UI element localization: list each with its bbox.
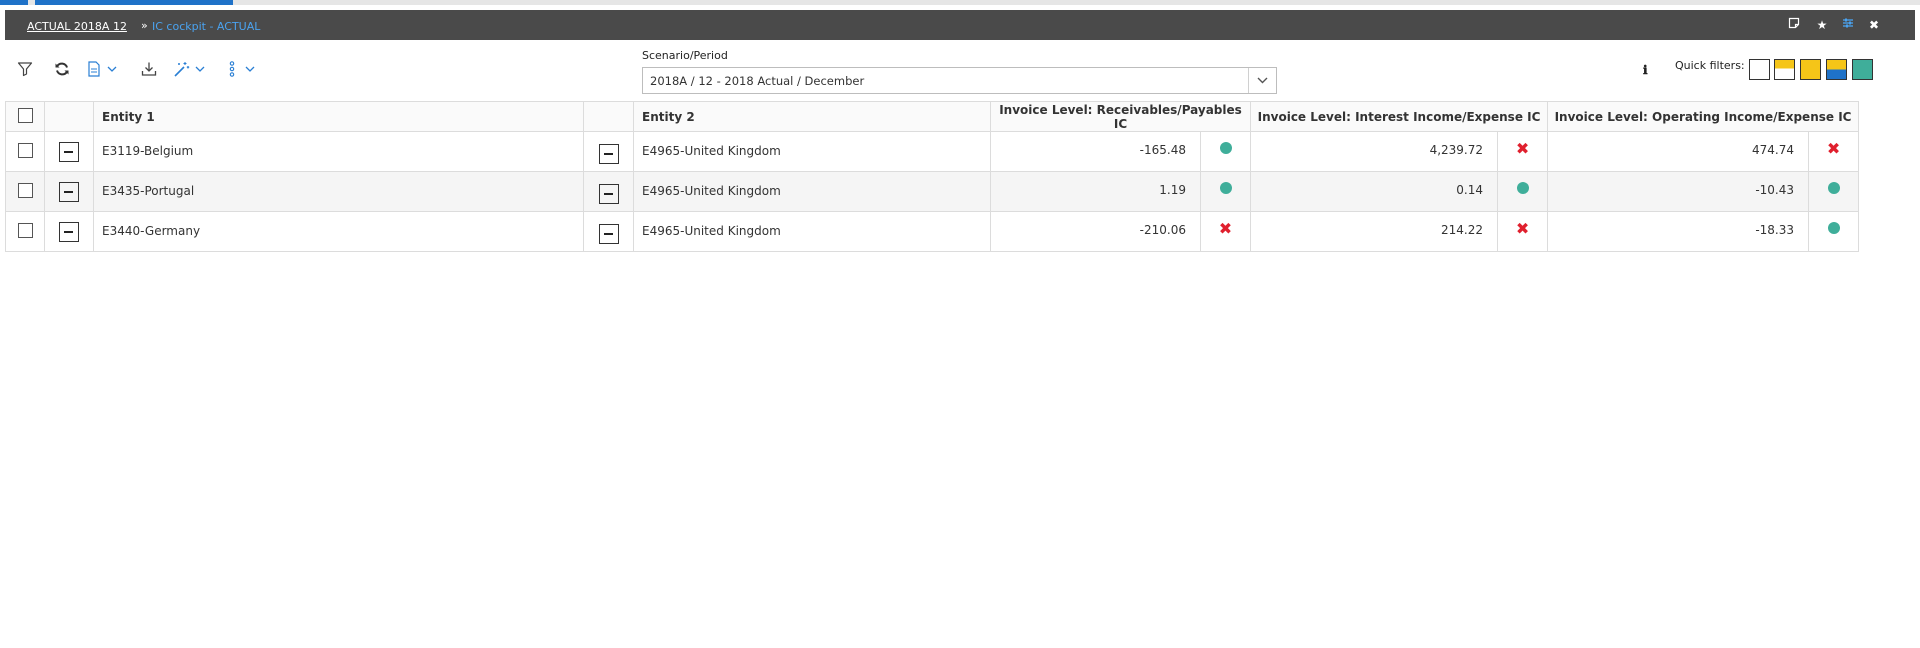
note-icon[interactable] <box>1785 16 1803 34</box>
receivables-value[interactable]: -210.06 <box>990 211 1201 252</box>
star-icon[interactable]: ★ <box>1813 16 1831 34</box>
info-icon[interactable]: ℹ <box>1643 63 1648 77</box>
row-checkbox[interactable] <box>17 183 33 198</box>
download-icon[interactable] <box>141 58 157 80</box>
top-tab-strip <box>0 0 1920 5</box>
more-options-dropdown-button[interactable] <box>229 58 255 80</box>
chevron-down-icon[interactable] <box>1248 68 1276 93</box>
entity2-expand-cell <box>583 171 634 212</box>
document-dropdown-button[interactable] <box>87 58 117 80</box>
operating-value[interactable]: 474.74 <box>1547 131 1810 172</box>
receivables-status-cell[interactable] <box>1199 131 1252 172</box>
scenario-period-label: Scenario/Period <box>642 49 728 62</box>
breadcrumb-root-link[interactable]: ACTUAL 2018A 12 <box>27 20 127 33</box>
ic-data-grid: Entity 1 Entity 2 Invoice Level: Receiva… <box>5 101 1860 252</box>
receivables-value[interactable]: -165.48 <box>990 131 1201 172</box>
collapse-button[interactable] <box>59 142 79 162</box>
collapse-button[interactable] <box>598 144 619 164</box>
row-select-cell <box>5 171 45 212</box>
entity1-expand-cell <box>44 131 94 172</box>
row-select-cell <box>5 211 45 252</box>
interest-status-cell[interactable]: ✖ <box>1497 211 1549 252</box>
entity2-expand-cell <box>583 131 634 172</box>
chevron-down-icon <box>245 66 255 72</box>
status-ok-icon <box>1827 182 1840 194</box>
status-ok-icon <box>1827 222 1840 234</box>
status-error-icon: ✖ <box>1515 139 1530 158</box>
select-all-checkbox[interactable] <box>17 107 33 123</box>
chevron-down-icon <box>107 66 117 72</box>
refresh-icon[interactable] <box>54 58 70 80</box>
operating-value[interactable]: -10.43 <box>1547 171 1810 212</box>
header-operating[interactable]: Invoice Level: Operating Income/Expense … <box>1547 101 1860 132</box>
quick-filter-white-yellow[interactable] <box>1774 59 1795 80</box>
magic-wand-icon <box>173 61 190 78</box>
collapse-button[interactable] <box>59 222 79 242</box>
status-ok-icon <box>1219 142 1232 154</box>
table-header-row: Entity 1 Entity 2 Invoice Level: Receiva… <box>5 101 1860 132</box>
entity1-cell[interactable]: E3435-Portugal <box>93 171 584 212</box>
status-ok-icon <box>1219 182 1232 194</box>
collapse-button[interactable] <box>598 184 619 204</box>
entity2-cell[interactable]: E4965-United Kingdom <box>633 131 991 172</box>
entity2-cell[interactable]: E4965-United Kingdom <box>633 171 991 212</box>
document-icon <box>87 61 101 77</box>
more-vertical-icon <box>229 61 235 77</box>
interest-value[interactable]: 214.22 <box>1250 211 1499 252</box>
status-error-icon: ✖ <box>1826 139 1841 158</box>
breadcrumb-current[interactable]: IC cockpit - ACTUAL <box>152 20 260 33</box>
header-entity1[interactable]: Entity 1 <box>93 101 584 132</box>
entity1-expand-cell <box>44 171 94 212</box>
header-entity2[interactable]: Entity 2 <box>633 101 991 132</box>
scenario-period-select[interactable]: 2018A / 12 - 2018 Actual / December <box>642 67 1277 94</box>
operating-status-cell[interactable] <box>1808 171 1860 212</box>
header-expand-spacer <box>44 101 94 132</box>
interest-status-cell[interactable]: ✖ <box>1497 131 1549 172</box>
entity1-expand-cell <box>44 211 94 252</box>
entity1-cell[interactable]: E3119-Belgium <box>93 131 584 172</box>
filter-icon[interactable] <box>17 58 33 80</box>
row-select-cell <box>5 131 45 172</box>
collapse-button[interactable] <box>59 182 79 202</box>
quick-filter-all-white[interactable] <box>1749 59 1770 80</box>
active-tab-indicator[interactable] <box>35 0 233 5</box>
quick-filters-label: Quick filters: <box>1675 59 1745 72</box>
entity2-expand-cell <box>583 211 634 252</box>
magic-wand-dropdown-button[interactable] <box>173 58 205 80</box>
scenario-period-value: 2018A / 12 - 2018 Actual / December <box>650 74 865 88</box>
row-checkbox[interactable] <box>17 223 33 238</box>
header-expand-spacer <box>583 101 634 132</box>
settings-sliders-icon[interactable] <box>1839 16 1857 34</box>
receivables-value[interactable]: 1.19 <box>990 171 1201 212</box>
status-ok-icon <box>1516 182 1529 194</box>
row-checkbox[interactable] <box>17 143 33 158</box>
receivables-status-cell[interactable]: ✖ <box>1199 211 1252 252</box>
status-error-icon: ✖ <box>1515 219 1530 238</box>
close-icon[interactable]: ✖ <box>1865 16 1883 34</box>
quick-filter-yellow[interactable] <box>1800 59 1821 80</box>
collapse-button[interactable] <box>598 224 619 244</box>
select-all-cell <box>5 101 45 132</box>
interest-status-cell[interactable] <box>1497 171 1549 212</box>
quick-filter-teal[interactable] <box>1852 59 1873 80</box>
receivables-status-cell[interactable] <box>1199 171 1252 212</box>
interest-value[interactable]: 4,239.72 <box>1250 131 1499 172</box>
interest-value[interactable]: 0.14 <box>1250 171 1499 212</box>
operating-value[interactable]: -18.33 <box>1547 211 1810 252</box>
table-row[interactable]: E3440-Germany E4965-United Kingdom -210.06… <box>5 211 1860 252</box>
operating-status-cell[interactable] <box>1808 211 1860 252</box>
entity1-cell[interactable]: E3440-Germany <box>93 211 584 252</box>
table-row[interactable]: E3119-Belgium E4965-United Kingdom -165.48… <box>5 131 1860 172</box>
breadcrumb-separator: » <box>141 19 148 32</box>
app-tab-indicator[interactable] <box>0 0 28 5</box>
header-receivables[interactable]: Invoice Level: Receivables/Payables IC <box>989 101 1252 132</box>
table-row[interactable]: E3435-Portugal E4965-United Kingdom 1.19 0.… <box>5 171 1860 212</box>
quick-filter-yellow-blue[interactable] <box>1826 59 1847 80</box>
chevron-down-icon <box>195 66 205 72</box>
title-bar: ACTUAL 2018A 12 » IC cockpit - ACTUAL ★ … <box>5 10 1915 40</box>
entity2-cell[interactable]: E4965-United Kingdom <box>633 211 991 252</box>
status-error-icon: ✖ <box>1218 219 1233 238</box>
header-interest[interactable]: Invoice Level: Interest Income/Expense I… <box>1250 101 1549 132</box>
operating-status-cell[interactable]: ✖ <box>1808 131 1860 172</box>
